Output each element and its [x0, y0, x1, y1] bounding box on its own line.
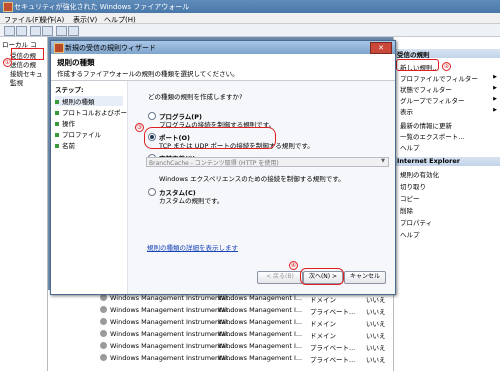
window-title: セキュリティが強化された Windows ファイアウォール [14, 3, 190, 11]
action-delete[interactable]: 削除 [400, 205, 413, 215]
action-copy[interactable]: コピー [400, 193, 420, 203]
submenu-arrow-icon: ▶ [493, 85, 497, 91]
submenu-arrow-icon: ▶ [493, 96, 497, 102]
predefined-rules-dropdown[interactable]: BranchCache - コンテンツ取得 (HTTP を使用) ▼ [146, 157, 389, 167]
actions-section-inbound: 受信の規則 [394, 49, 500, 59]
table-row[interactable]: Windows Management Instrumentat... Window… [48, 304, 393, 316]
submenu-arrow-icon: ▶ [493, 74, 497, 80]
annotation-highlight-inbound [11, 48, 44, 60]
step-bullet-icon [55, 133, 59, 137]
action-refresh[interactable]: 最新の情報に更新 [400, 120, 452, 130]
annotation-marker-1: ① [3, 58, 12, 67]
wizard-title: 新規の受信の規則ウィザード [65, 44, 156, 52]
step-protocol-port: プロトコルおよびポート [55, 107, 134, 117]
step-action: 操作 [55, 118, 75, 128]
firewall-icon [54, 43, 64, 53]
steps-label: ステップ: [55, 86, 84, 94]
table-row[interactable]: Windows Management Instrumentat... Window… [48, 328, 393, 340]
action-view[interactable]: 表示 [400, 106, 413, 116]
back-button[interactable]: < 戻る(B) [257, 271, 303, 284]
step-bullet-icon [55, 111, 59, 115]
action-cut[interactable]: 切り取り [400, 181, 426, 191]
rule-status-icon [100, 330, 107, 337]
wizard-header-description: 作成するファイアウォールの規則の種類を選択してください。 [57, 70, 239, 78]
wizard-titlebar: 新規の受信の規則ウィザード ✕ [51, 41, 395, 54]
step-bullet-icon [55, 100, 59, 104]
annotation-marker-3: ③ [135, 123, 144, 132]
refresh-icon[interactable] [56, 26, 67, 36]
annotation-highlight-next [300, 268, 344, 285]
toolbar [0, 24, 500, 37]
step-bullet-icon [55, 122, 59, 126]
rule-status-icon [100, 342, 107, 349]
action-filter-profile[interactable]: プロファイルでフィルター [400, 73, 478, 83]
rule-status-icon [100, 294, 107, 301]
table-row[interactable]: Windows Management Instrumentat... Window… [48, 340, 393, 352]
new-inbound-rule-wizard: 新規の受信の規則ウィザード ✕ 規則の種類 作成するファイアウォールの規則の種類… [50, 40, 396, 295]
radio-custom[interactable] [148, 188, 156, 196]
table-row[interactable]: Windows Management Instrumentat... Window… [48, 316, 393, 328]
action-enable-rule[interactable]: 規則の有効化 [400, 169, 439, 179]
rule-status-icon [100, 354, 107, 361]
wizard-steps: ステップ: 規則の種類 プロトコルおよびポート 操作 プロファイル 名前 [51, 81, 134, 294]
action-filter-state[interactable]: 状態でフィルター [400, 84, 452, 94]
forward-icon[interactable] [16, 26, 27, 36]
rule-types-help-link[interactable]: 規則の種類の詳細を表示します [147, 242, 238, 252]
wizard-header-title: 規則の種類 [57, 58, 95, 67]
annotation-highlight-new-rule [396, 59, 439, 71]
main-titlebar: セキュリティが強化された Windows ファイアウォール [0, 0, 500, 13]
predefined-selected-value: BranchCache - コンテンツ取得 (HTTP を使用) [149, 160, 279, 167]
option-predefined-desc: Windows エクスペリエンスのための接続を制御する規則です。 [159, 175, 345, 183]
close-icon[interactable]: ✕ [370, 42, 392, 54]
rule-status-icon [100, 318, 107, 325]
annotation-highlight-port [144, 127, 276, 149]
menubar: ファイル(F) 操作(A) 表示(V) ヘルプ(H) [0, 13, 500, 24]
action-export-list[interactable]: 一覧のエクスポート... [400, 131, 465, 141]
action-help-2[interactable]: ヘルプ [400, 229, 420, 239]
action-help[interactable]: ヘルプ [400, 142, 420, 152]
show-hide-tree-icon[interactable] [42, 26, 53, 36]
action-filter-group[interactable]: グループでフィルター [400, 95, 464, 105]
tree-monitoring[interactable]: 監視 [10, 77, 23, 87]
action-properties[interactable]: プロパティ [400, 217, 432, 227]
help-icon[interactable] [68, 26, 79, 36]
table-row[interactable]: Windows Management Instrumentat... Window… [48, 352, 393, 364]
up-icon[interactable] [30, 26, 41, 36]
annotation-marker-2: ② [442, 62, 451, 71]
cancel-button[interactable]: キャンセル [344, 271, 386, 284]
wizard-body: どの種類の規則を作成しますか? プログラム(P) プログラムの接続を制御する規則… [127, 81, 395, 294]
actions-section-selected: Internet Explorer [394, 157, 500, 166]
step-profile: プロファイル [55, 129, 101, 139]
step-bullet-icon [55, 144, 59, 148]
chevron-down-icon[interactable]: ▼ [379, 158, 387, 166]
left-tree: ローカル コ 受信の規 送信の規 接続セキュ 監視 [0, 37, 48, 371]
rule-type-question: どの種類の規則を作成しますか? [148, 93, 243, 101]
rule-status-icon [100, 306, 107, 313]
step-rule-type: 規則の種類 [55, 96, 123, 106]
wizard-header: 規則の種類 作成するファイアウォールの規則の種類を選択してください。 [51, 54, 395, 81]
submenu-arrow-icon: ▶ [493, 107, 497, 113]
back-icon[interactable] [4, 26, 15, 36]
actions-panel: 受信の規則 新しい規則... プロファイルでフィルター ▶ 状態でフィルター ▶ グ… [393, 37, 500, 371]
firewall-icon [3, 2, 13, 12]
annotation-marker-4: ④ [289, 261, 298, 270]
option-custom-desc: カスタムの規則です。 [159, 197, 224, 205]
radio-program[interactable] [148, 112, 156, 120]
step-name: 名前 [55, 140, 75, 150]
rules-table: Windows Management Instrumentat... Window… [48, 290, 393, 371]
